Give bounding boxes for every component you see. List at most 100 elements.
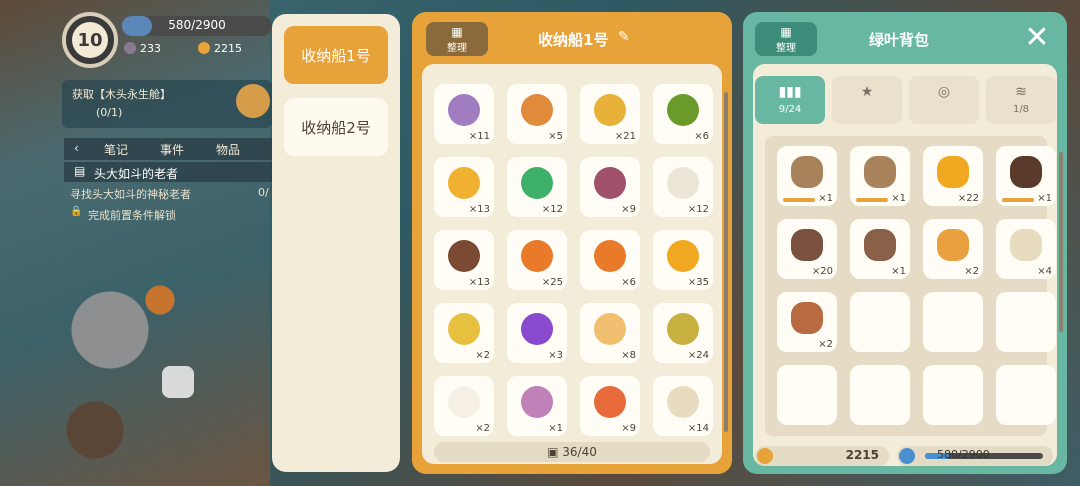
- purple-potion-icon: [521, 313, 553, 345]
- empty-slot[interactable]: [777, 365, 837, 425]
- storage-slot[interactable]: ×2: [434, 303, 494, 363]
- storage-slot[interactable]: ×21: [580, 84, 640, 144]
- tab-items[interactable]: 物品: [216, 141, 240, 158]
- backpack-tab-1[interactable]: ▮▮▮ 9/24: [755, 76, 825, 124]
- storage-slot[interactable]: ×13: [434, 157, 494, 217]
- item-count: ×13: [468, 277, 490, 288]
- storage-scrollbar[interactable]: [724, 92, 728, 432]
- ship-tab-2[interactable]: 收纳船2号: [284, 98, 388, 156]
- backpack-slot[interactable]: ×1: [850, 219, 910, 279]
- backpack-slot[interactable]: ×2: [923, 219, 983, 279]
- backpack-slot[interactable]: ×1: [850, 146, 910, 206]
- tab-notes[interactable]: 笔记: [104, 141, 128, 158]
- backpack-tab-2[interactable]: ★: [832, 76, 902, 124]
- item-count: ×11: [468, 131, 490, 142]
- empty-slot[interactable]: [850, 292, 910, 352]
- item-count: ×12: [687, 204, 709, 215]
- level-badge: 10: [62, 12, 118, 68]
- storage-grid: ▣ 36/40 ×11 ×5 ×21 ×6 ×13 ×12 ×9 ×12 ×13 ×25 ×6 ×35…: [422, 64, 722, 464]
- item-count: ×20: [811, 266, 833, 277]
- item-count: ×35: [687, 277, 709, 288]
- carrot-icon: [594, 240, 626, 272]
- back-arrow-icon[interactable]: ‹: [74, 141, 79, 155]
- storage-slot[interactable]: ×1: [507, 376, 567, 436]
- item-count: ×24: [687, 350, 709, 361]
- honey-orb-icon: [667, 240, 699, 272]
- item-count: ×1: [891, 193, 906, 204]
- wooden-sword-icon: [791, 156, 823, 188]
- storage-slot[interactable]: ×35: [653, 230, 713, 290]
- backpack-tab-4[interactable]: ≋ 1/8: [986, 76, 1056, 124]
- coin-count: 2215: [214, 42, 242, 55]
- storage-sort-button[interactable]: ▦ 整理: [426, 22, 488, 56]
- item-count: ×22: [957, 193, 979, 204]
- tab-label: 1/8: [1012, 104, 1030, 115]
- storage-slot[interactable]: ×6: [653, 84, 713, 144]
- storage-slot[interactable]: ×25: [507, 230, 567, 290]
- item-count: ×2: [964, 266, 979, 277]
- backpack-coins: 2215: [845, 448, 879, 462]
- backpack-slot[interactable]: ×1: [996, 146, 1056, 206]
- storage-slot[interactable]: ×24: [653, 303, 713, 363]
- backpack-sort-label: 整理: [776, 42, 796, 54]
- grid-icon: ▮▮▮: [778, 84, 802, 100]
- storage-slot[interactable]: ×11: [434, 84, 494, 144]
- item-count: ×9: [621, 204, 636, 215]
- item-count: ×9: [621, 423, 636, 434]
- backpack-sort-button[interactable]: ▦ 整理: [755, 22, 817, 56]
- dpad-icon[interactable]: [162, 366, 194, 398]
- empty-slot[interactable]: [850, 365, 910, 425]
- close-icon[interactable]: ✕: [1021, 22, 1053, 54]
- storage-slot[interactable]: ×9: [580, 376, 640, 436]
- beige-cloth-icon: [1010, 229, 1042, 261]
- backpack-slot[interactable]: ×2: [777, 292, 837, 352]
- task-title-row[interactable]: ▤ 头大如斗的老者: [64, 162, 274, 182]
- backpack-grid-area: ×1 ×1 ×22 ×1 ×20 ×1 ×2 ×4 ×2 2215 580/2900 ▮▮▮ 9/…: [753, 64, 1057, 466]
- yellow-potion-icon: [448, 313, 480, 345]
- currency-row: 233 2215: [124, 42, 274, 60]
- item-count: ×14: [687, 423, 709, 434]
- item-count: ×3: [548, 350, 563, 361]
- seed-bag-purple-icon: [448, 94, 480, 126]
- item-count: ×1: [818, 193, 833, 204]
- empty-slot[interactable]: [923, 365, 983, 425]
- empty-slot[interactable]: [996, 292, 1056, 352]
- storage-slot[interactable]: ×9: [580, 157, 640, 217]
- empty-slot[interactable]: [923, 292, 983, 352]
- storage-slot[interactable]: ×12: [507, 157, 567, 217]
- backpack-scrollbar[interactable]: [1059, 152, 1063, 332]
- storage-slot[interactable]: ×3: [507, 303, 567, 363]
- ship-list-panel: 收纳船1号 收纳船2号: [272, 14, 400, 472]
- storage-slot[interactable]: ×13: [434, 230, 494, 290]
- backpack-tab-3[interactable]: ◎: [909, 76, 979, 124]
- wooden-sword-icon: [864, 156, 896, 188]
- pickaxe-icon: [1010, 156, 1042, 188]
- tab-events[interactable]: 事件: [160, 141, 184, 158]
- storage-slot[interactable]: ×5: [507, 84, 567, 144]
- backpack-slot[interactable]: ×22: [923, 146, 983, 206]
- quest-progress: (0/1): [96, 106, 123, 119]
- storage-capacity: 36/40: [562, 445, 597, 459]
- wood-plank-icon: [791, 302, 823, 334]
- backpack-slot[interactable]: ×20: [777, 219, 837, 279]
- item-count: ×25: [541, 277, 563, 288]
- beige-cloth-icon: [667, 386, 699, 418]
- backpack-slot[interactable]: ×1: [777, 146, 837, 206]
- backpack-slot[interactable]: ×4: [996, 219, 1056, 279]
- energy-text: 580/2900: [168, 18, 226, 32]
- coconut-icon: [448, 240, 480, 272]
- storage-slot[interactable]: ×6: [580, 230, 640, 290]
- storage-slot[interactable]: ×2: [434, 376, 494, 436]
- backpack-energy-bar: 580/2900: [897, 446, 1053, 466]
- edit-pencil-icon[interactable]: ✎: [618, 29, 630, 45]
- storage-slot[interactable]: ×12: [653, 157, 713, 217]
- ship-tab-1[interactable]: 收纳船1号: [284, 26, 388, 84]
- quest-item-icon: [236, 84, 270, 118]
- empty-slot[interactable]: [996, 365, 1056, 425]
- storage-title: 收纳船1号: [538, 31, 609, 49]
- grid-icon: ▦: [451, 24, 463, 39]
- scroll-icon: ▤: [74, 164, 86, 178]
- honey-orb-icon: [937, 156, 969, 188]
- storage-slot[interactable]: ×14: [653, 376, 713, 436]
- storage-slot[interactable]: ×8: [580, 303, 640, 363]
